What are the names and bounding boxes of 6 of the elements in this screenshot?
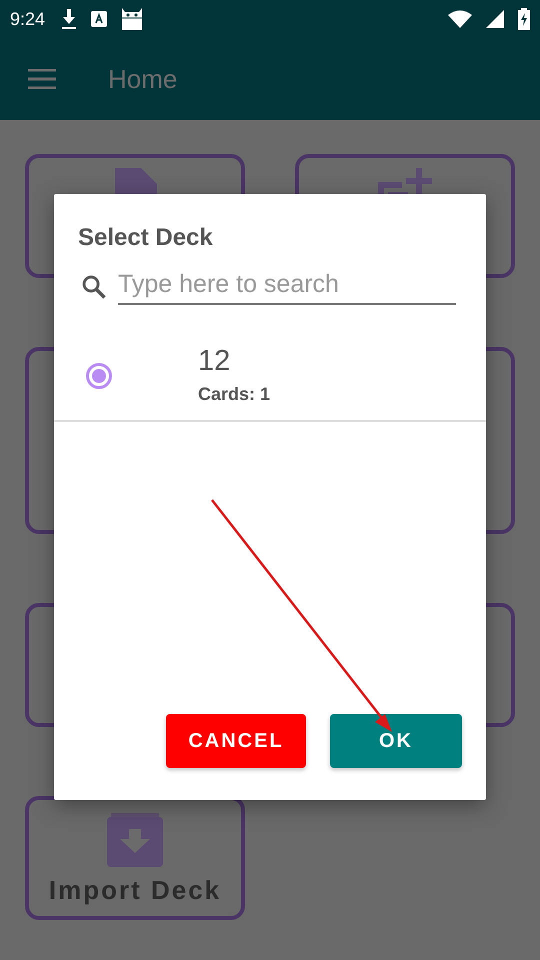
app-title: Home <box>108 64 178 94</box>
dialog-title: Select Deck <box>78 224 214 252</box>
deck-count: Cards: 1 <box>198 384 270 405</box>
status-time: 9:24 <box>10 8 46 30</box>
card-label: Import Deck <box>48 874 222 906</box>
deck-name: 12 <box>198 345 232 378</box>
